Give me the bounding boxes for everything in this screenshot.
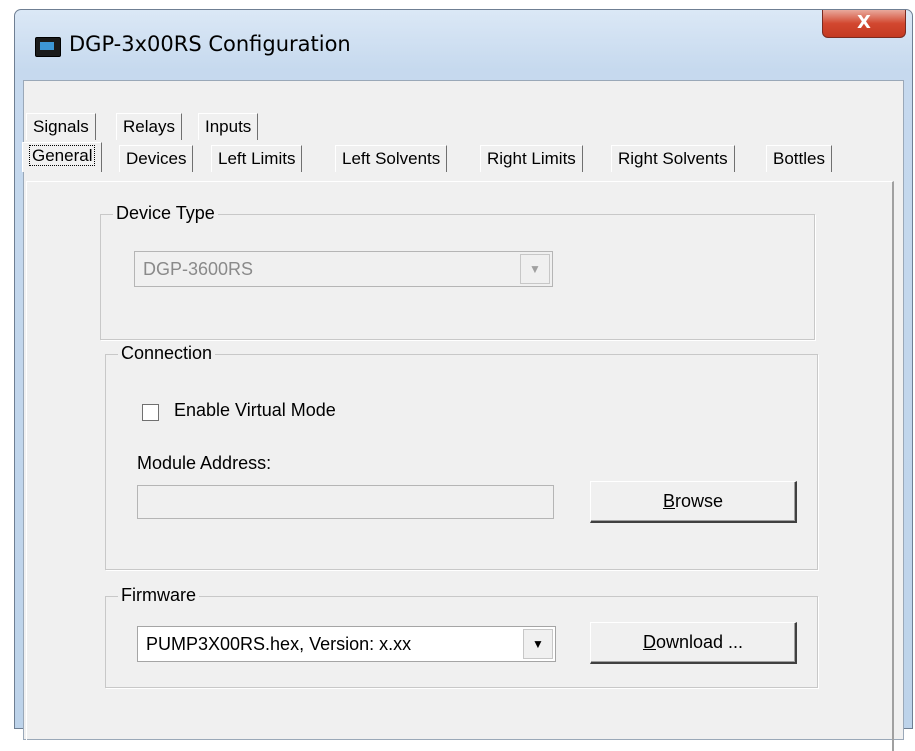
tab-devices[interactable]: Devices xyxy=(119,145,194,172)
tab-signals[interactable]: Signals xyxy=(26,113,96,140)
browse-mnemonic: B xyxy=(662,491,675,511)
module-address-field[interactable] xyxy=(137,485,554,519)
firmware-legend: Firmware xyxy=(118,585,199,606)
dropdown-arrow-icon: ▼ xyxy=(523,629,553,659)
tab-label: Right Solvents xyxy=(618,149,728,168)
device-type-legend: Device Type xyxy=(113,203,218,224)
download-label: ownload ... xyxy=(655,632,744,652)
enable-virtual-mode-checkbox[interactable] xyxy=(142,404,159,421)
tab-right-solvents[interactable]: Right Solvents xyxy=(611,145,735,172)
tab-right-limits[interactable]: Right Limits xyxy=(480,145,583,172)
tab-label: Inputs xyxy=(205,117,252,136)
tab-inputs[interactable]: Inputs xyxy=(198,113,259,140)
tab-page-general: Device Type DGP-3600RS ▼ Connection Enab… xyxy=(26,181,894,751)
tab-label: Devices xyxy=(126,149,187,168)
tab-label: General xyxy=(29,145,96,166)
tab-label: Relays xyxy=(123,117,175,136)
firmware-group: Firmware PUMP3X00RS.hex, Version: x.xx ▼… xyxy=(105,585,818,688)
device-type-group: Device Type DGP-3600RS ▼ xyxy=(100,203,815,340)
enable-virtual-mode-label[interactable]: Enable Virtual Mode xyxy=(174,400,336,421)
dropdown-arrow-icon: ▼ xyxy=(520,254,550,284)
tab-label: Bottles xyxy=(773,149,825,168)
config-window: DGP-3x00RS Configuration X Signals Relay… xyxy=(14,9,913,751)
browse-button[interactable]: Browse xyxy=(590,481,797,523)
tab-general[interactable]: General xyxy=(22,142,103,172)
tab-bottles[interactable]: Bottles xyxy=(766,145,832,172)
connection-legend: Connection xyxy=(118,343,216,364)
tab-relays[interactable]: Relays xyxy=(116,113,182,140)
close-icon: X xyxy=(857,12,871,33)
download-mnemonic: D xyxy=(642,632,656,652)
browse-label: rowse xyxy=(675,491,724,511)
tab-left-solvents[interactable]: Left Solvents xyxy=(335,145,448,172)
window-title: DGP-3x00RS Configuration xyxy=(69,32,351,56)
tab-label: Right Limits xyxy=(487,149,576,168)
device-type-value: DGP-3600RS xyxy=(143,259,254,279)
app-icon xyxy=(35,37,61,57)
device-type-select[interactable]: DGP-3600RS ▼ xyxy=(134,251,553,287)
firmware-select[interactable]: PUMP3X00RS.hex, Version: x.xx ▼ xyxy=(137,626,556,662)
tab-label: Left Limits xyxy=(218,149,296,168)
module-address-label: Module Address: xyxy=(137,453,272,473)
connection-group: Connection Enable Virtual Mode Module Ad… xyxy=(105,343,818,570)
tab-label: Left Solvents xyxy=(342,149,441,168)
close-button[interactable]: X xyxy=(822,10,906,38)
title-bar[interactable]: DGP-3x00RS Configuration X xyxy=(15,10,912,80)
tab-left-limits[interactable]: Left Limits xyxy=(211,145,303,172)
firmware-value: PUMP3X00RS.hex, Version: x.xx xyxy=(146,634,412,654)
download-button[interactable]: Download ... xyxy=(590,622,797,664)
tab-label: Signals xyxy=(33,117,89,136)
client-area: Signals Relays Inputs General Devices Le… xyxy=(22,80,904,751)
